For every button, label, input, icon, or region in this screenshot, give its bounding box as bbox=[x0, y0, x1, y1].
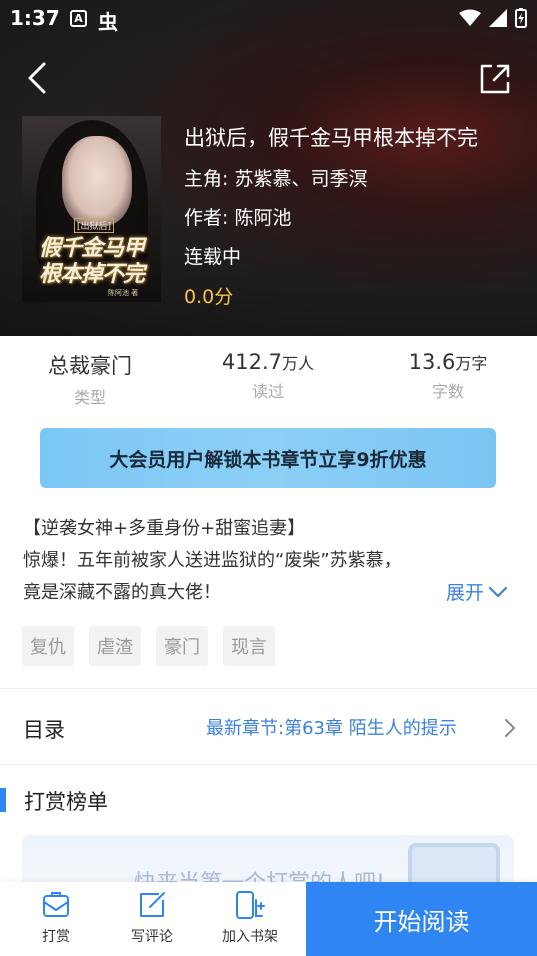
status-bar: 1:37 A 虫 bbox=[0, 0, 537, 38]
tag-item[interactable]: 虐渣 bbox=[89, 626, 141, 666]
intro-line-3: 竟是深藏不露的真大佬！ bbox=[23, 582, 221, 603]
app-notification-icon: A bbox=[70, 10, 87, 27]
book-cover[interactable]: [出狱后] 假千金马甲 根本掉不完 陈阿池 著 bbox=[22, 116, 161, 302]
cover-title-line2: 根本掉不完 bbox=[38, 261, 145, 287]
tag-list: 复仇 虐渣 豪门 现言 bbox=[22, 626, 275, 666]
status-time: 1:37 bbox=[10, 6, 60, 30]
wifi-icon bbox=[459, 9, 481, 26]
tip-button[interactable]: 打赏 bbox=[16, 890, 96, 946]
stat-readers-value: 412.7 bbox=[221, 350, 283, 374]
battery-icon bbox=[515, 8, 527, 28]
edit-icon bbox=[140, 892, 165, 917]
stat-words: 13.6万字 字数 bbox=[368, 350, 528, 402]
divider bbox=[0, 764, 537, 765]
tag-item[interactable]: 豪门 bbox=[156, 626, 208, 666]
stat-words-label: 字数 bbox=[431, 382, 464, 401]
chevron-down-icon bbox=[488, 586, 508, 597]
stat-readers: 412.7万人 读过 bbox=[188, 350, 348, 402]
share-icon[interactable] bbox=[476, 60, 514, 98]
cover-face-art bbox=[62, 136, 132, 226]
bug-icon: 虫 bbox=[98, 10, 118, 34]
intro-line-1: 【逆袭女神+多重身份+甜蜜追妻】 bbox=[23, 518, 306, 539]
cover-author: 陈阿池 著 bbox=[108, 289, 139, 297]
book-title: 出狱后，假千金马甲根本掉不完 bbox=[184, 126, 478, 150]
book-score: 0.0分 bbox=[184, 286, 234, 308]
start-reading-button[interactable]: 开始阅读 bbox=[306, 882, 537, 956]
write-review-button[interactable]: 写评论 bbox=[112, 890, 192, 946]
stat-genre-value: 总裁豪门 bbox=[48, 354, 132, 378]
tag-item[interactable]: 复仇 bbox=[22, 626, 74, 666]
back-arrow-icon[interactable] bbox=[22, 58, 56, 98]
write-review-label: 写评论 bbox=[131, 929, 173, 945]
book-stats: 总裁豪门 类型 412.7万人 读过 13.6万字 字数 bbox=[0, 350, 537, 410]
add-to-shelf-button[interactable]: 加入书架 bbox=[210, 890, 290, 946]
tip-icon bbox=[43, 892, 69, 917]
reward-title: 打赏榜单 bbox=[24, 790, 108, 814]
stat-genre: 总裁豪门 类型 bbox=[10, 350, 170, 408]
system-icons bbox=[459, 8, 527, 28]
stat-genre-label: 类型 bbox=[73, 388, 106, 407]
tip-label: 打赏 bbox=[42, 929, 70, 945]
expand-button[interactable]: 展开 bbox=[446, 578, 508, 605]
tag-item[interactable]: 现言 bbox=[223, 626, 275, 666]
book-status: 连载中 bbox=[184, 246, 242, 268]
add-shelf-icon bbox=[236, 891, 265, 919]
stat-words-value: 13.6 bbox=[408, 350, 456, 374]
stat-readers-label: 读过 bbox=[251, 382, 284, 401]
stat-readers-unit: 万人 bbox=[282, 354, 315, 373]
add-to-shelf-label: 加入书架 bbox=[222, 929, 278, 945]
signal-icon bbox=[489, 9, 507, 27]
intro-line-2: 惊爆！五年前被家人送进监狱的“废柴”苏紫慕， bbox=[23, 550, 402, 571]
book-protagonist: 主角: 苏紫慕、司季溟 bbox=[184, 168, 368, 190]
book-author[interactable]: 作者: 陈阿池 bbox=[184, 203, 291, 230]
section-accent-bar bbox=[0, 788, 6, 812]
divider bbox=[0, 688, 537, 689]
toc-label[interactable]: 目录 bbox=[23, 714, 65, 744]
stat-words-unit: 万字 bbox=[455, 354, 488, 373]
vip-discount-banner[interactable]: 大会员用户解锁本书章节立享9折优惠 bbox=[40, 428, 496, 488]
toc-latest-chapter[interactable]: 最新章节:第63章 陌生人的提示 bbox=[206, 714, 457, 740]
expand-label: 展开 bbox=[446, 582, 485, 604]
chevron-right-icon[interactable] bbox=[504, 718, 516, 738]
